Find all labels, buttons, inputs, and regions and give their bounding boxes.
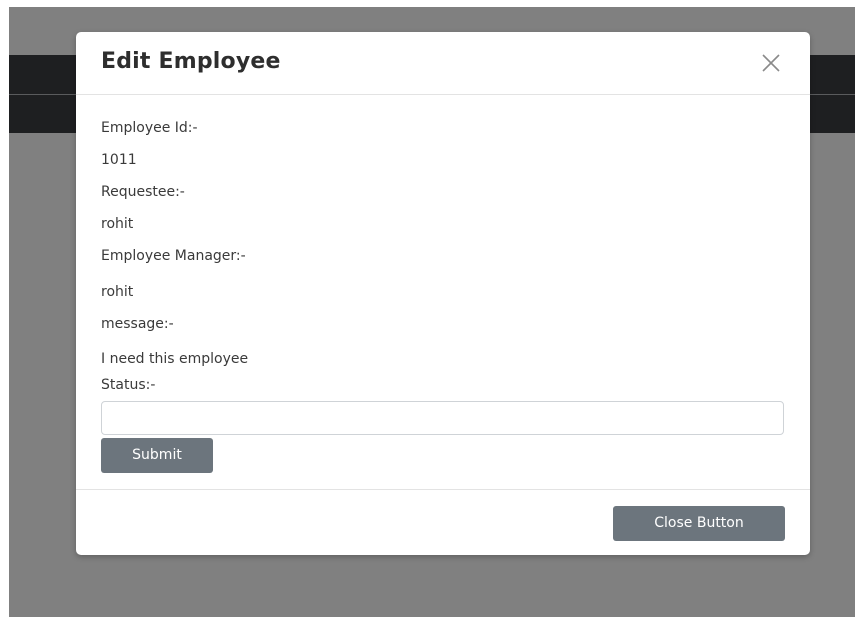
close-icon[interactable]	[760, 52, 782, 74]
status-label: Status:-	[101, 377, 156, 393]
backdrop-overlay: Edit Employee Employee Id:- 1011 Request…	[9, 7, 855, 617]
employee-id-value: 1011	[101, 152, 137, 168]
message-value: I need this employee	[101, 351, 249, 367]
employee-manager-value: rohit	[101, 284, 134, 300]
message-label: message:-	[101, 316, 174, 332]
employee-manager-label: Employee Manager:-	[101, 248, 246, 264]
modal-footer: Close Button	[76, 489, 810, 556]
requestee-label: Requestee:-	[101, 184, 185, 200]
modal-title: Edit Employee	[101, 49, 281, 74]
close-button[interactable]: Close Button	[613, 506, 785, 541]
modal-header: Edit Employee	[76, 32, 810, 95]
edit-employee-modal: Edit Employee Employee Id:- 1011 Request…	[76, 32, 810, 555]
status-input[interactable]	[101, 401, 784, 435]
employee-id-label: Employee Id:-	[101, 120, 198, 136]
submit-button[interactable]: Submit	[101, 438, 213, 473]
requestee-value: rohit	[101, 216, 134, 232]
